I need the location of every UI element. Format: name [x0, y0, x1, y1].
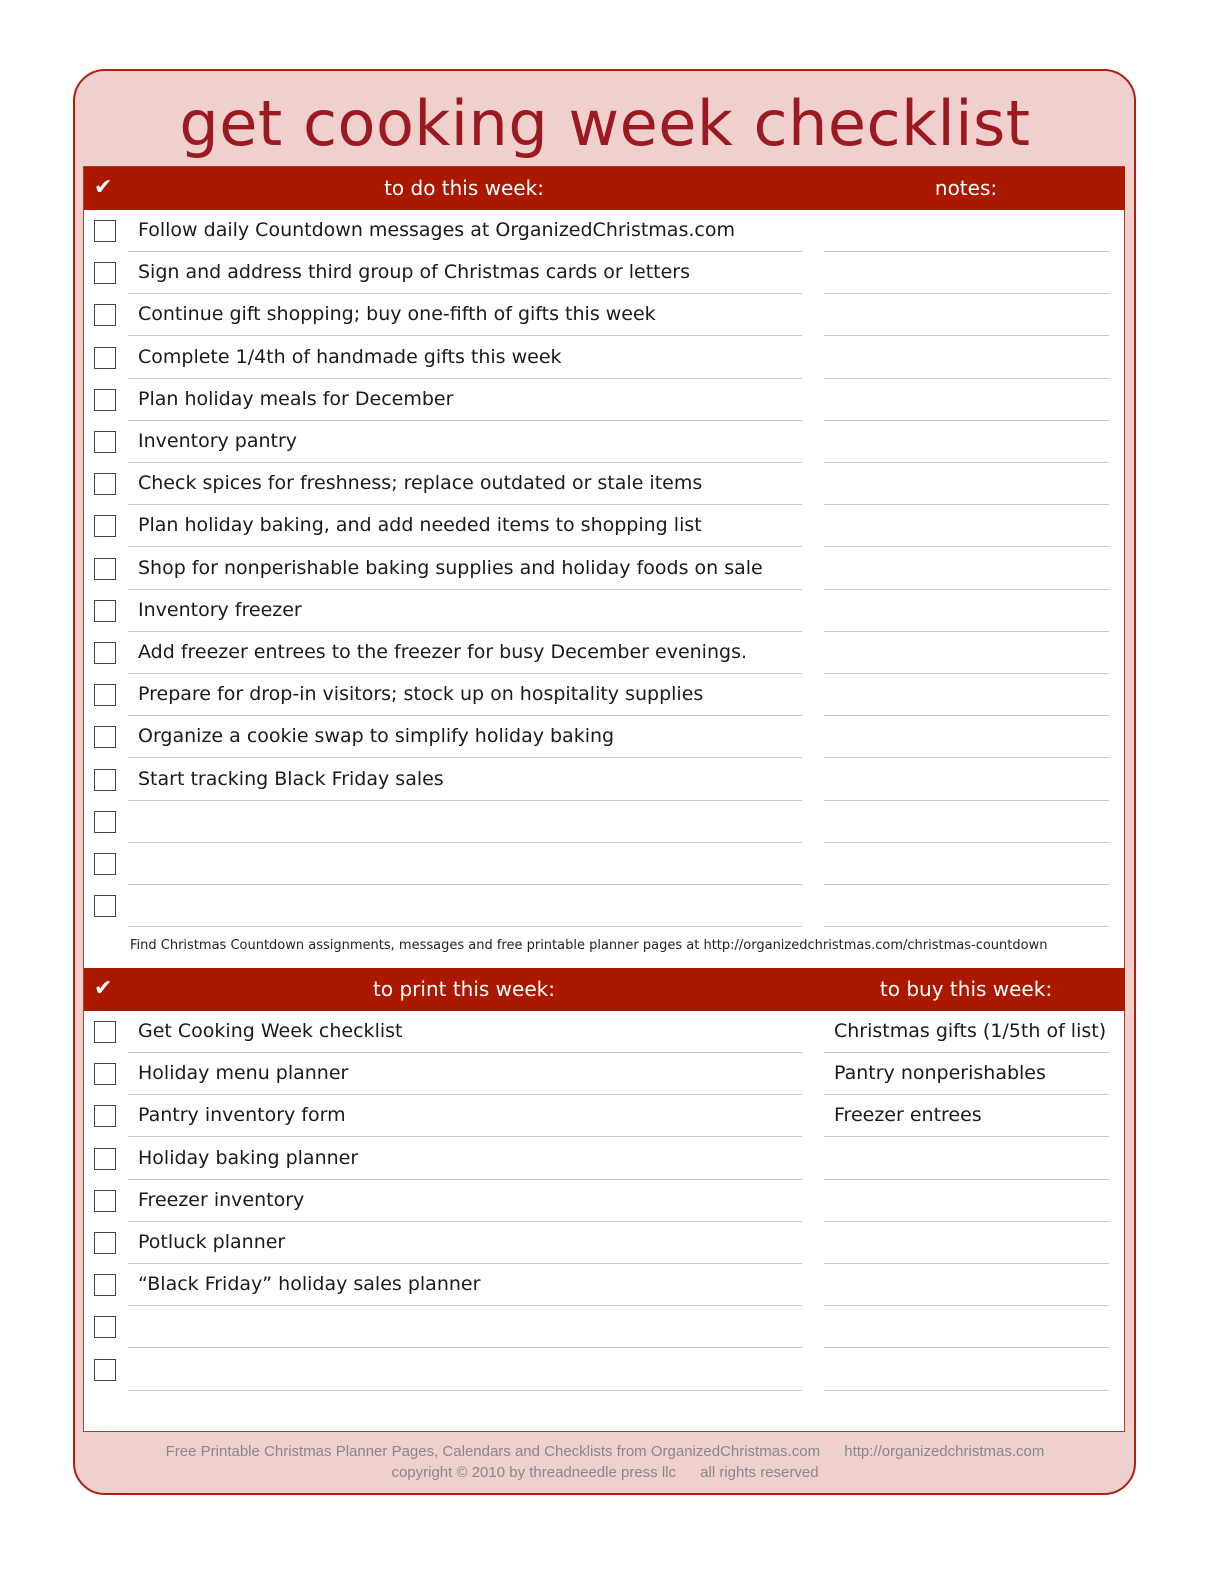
- checklist-row: [84, 1306, 1125, 1349]
- checkbox[interactable]: [94, 853, 116, 875]
- checklist-row: Shop for nonperishable baking supplies a…: [84, 548, 1125, 590]
- checklist-row: [84, 885, 1125, 928]
- checklist-row: Continue gift shopping; buy one-fifth of…: [84, 294, 1125, 337]
- footer-line-2: copyright © 2010 by threadneedle press l…: [0, 1464, 1210, 1481]
- item-text[interactable]: Add freezer entrees to the freezer for b…: [138, 641, 747, 663]
- checklist-row: Organize a cookie swap to simplify holid…: [84, 716, 1125, 759]
- checkbox[interactable]: [94, 262, 116, 285]
- checkbox[interactable]: [94, 810, 116, 833]
- checklist-row: “Black Friday” holiday sales planner: [84, 1264, 1125, 1307]
- checkbox[interactable]: [94, 1358, 116, 1381]
- checkbox[interactable]: [94, 642, 116, 664]
- print-header-label: to print this week:: [373, 977, 555, 1001]
- checkbox[interactable]: [94, 1316, 116, 1339]
- item-text[interactable]: Pantry inventory form: [138, 1104, 346, 1126]
- checklist-row: Check spices for freshness; replace outd…: [84, 463, 1125, 506]
- checkmark-icon: ✔: [94, 976, 113, 1001]
- checkbox[interactable]: [94, 431, 116, 453]
- checkbox[interactable]: [94, 304, 116, 327]
- item-text[interactable]: Inventory freezer: [138, 599, 302, 621]
- item-text[interactable]: Inventory pantry: [138, 430, 297, 452]
- buy-header-label: to buy this week:: [879, 977, 1053, 1001]
- item-text[interactable]: Plan holiday meals for December: [138, 388, 453, 410]
- item-text[interactable]: Get Cooking Week checklist: [138, 1020, 402, 1042]
- item-text[interactable]: Holiday baking planner: [138, 1147, 358, 1169]
- checklist-row: Potluck planner: [84, 1222, 1125, 1264]
- page-title: get cooking week checklist: [179, 87, 1031, 160]
- item-text[interactable]: Check spices for freshness; replace outd…: [138, 472, 702, 494]
- checkbox[interactable]: [94, 388, 116, 411]
- notes-header-label: notes:: [934, 176, 998, 200]
- checklist-row: Pantry inventory form Freezer entrees: [84, 1095, 1125, 1138]
- item-text[interactable]: Plan holiday baking, and add needed item…: [138, 514, 702, 536]
- side-entry-line: [824, 1389, 1109, 1391]
- checkbox[interactable]: [94, 895, 116, 918]
- checklist-row: Inventory pantry: [84, 421, 1125, 463]
- item-text[interactable]: Organize a cookie swap to simplify holid…: [138, 725, 614, 747]
- checkbox[interactable]: [94, 684, 116, 707]
- checkbox[interactable]: [94, 1021, 116, 1043]
- checkbox[interactable]: [94, 473, 116, 496]
- checklist-row: Freezer inventory: [84, 1180, 1125, 1222]
- checklist-row: Complete 1/4th of handmade gifts this we…: [84, 337, 1125, 379]
- item-text[interactable]: Shop for nonperishable baking supplies a…: [138, 557, 763, 579]
- item-text[interactable]: Follow daily Countdown messages at Organ…: [138, 219, 735, 241]
- checklist-row: [84, 1349, 1125, 1391]
- todo-header-label: to do this week:: [384, 176, 544, 200]
- checklist-row: Add freezer entrees to the freezer for b…: [84, 632, 1125, 674]
- checkbox[interactable]: [94, 1063, 116, 1086]
- checkbox[interactable]: [94, 1232, 116, 1254]
- checklist-row: Sign and address third group of Christma…: [84, 252, 1125, 295]
- item-text[interactable]: Potluck planner: [138, 1231, 285, 1253]
- footer-url-link[interactable]: http://organizedchristmas.com: [844, 1443, 1044, 1460]
- checklist-row: [84, 801, 1125, 843]
- footer-site-text: Free Printable Christmas Planner Pages, …: [165, 1443, 821, 1460]
- buy-item-text[interactable]: Pantry nonperishables: [834, 1062, 1046, 1084]
- item-text[interactable]: “Black Friday” holiday sales planner: [138, 1273, 480, 1295]
- checkmark-icon: ✔: [94, 175, 113, 200]
- checkbox[interactable]: [94, 1147, 116, 1170]
- item-text[interactable]: Continue gift shopping; buy one-fifth of…: [138, 303, 656, 325]
- checkbox[interactable]: [94, 726, 116, 749]
- print-header-band: ✔ to print this week: to buy this week:: [84, 968, 1125, 1011]
- checklist-row: Follow daily Countdown messages at Organ…: [84, 210, 1125, 252]
- buy-item-text[interactable]: Freezer entrees: [834, 1104, 982, 1126]
- checkbox[interactable]: [94, 1105, 116, 1128]
- checklist-row: Holiday baking planner: [84, 1138, 1125, 1180]
- item-text[interactable]: Complete 1/4th of handmade gifts this we…: [138, 346, 562, 368]
- countdown-footnote: Find Christmas Countdown assignments, me…: [130, 938, 1048, 953]
- checkbox[interactable]: [94, 346, 116, 369]
- checklist-row: [84, 843, 1125, 885]
- checklist-row: Inventory freezer: [84, 590, 1125, 632]
- checklist-row: Start tracking Black Friday sales: [84, 759, 1125, 801]
- item-text[interactable]: Freezer inventory: [138, 1189, 304, 1211]
- copyright-text: copyright © 2010 by threadneedle press l…: [391, 1464, 676, 1481]
- footer-line-1: Free Printable Christmas Planner Pages, …: [0, 1443, 1210, 1460]
- checklist-row: Plan holiday baking, and add needed item…: [84, 505, 1125, 548]
- item-text[interactable]: Sign and address third group of Christma…: [138, 261, 690, 283]
- item-text[interactable]: Holiday menu planner: [138, 1062, 348, 1084]
- checkbox[interactable]: [94, 1274, 116, 1297]
- checklist-row: Plan holiday meals for December: [84, 379, 1125, 421]
- rights-text: all rights reserved: [700, 1464, 819, 1481]
- entry-line: [128, 926, 802, 928]
- checklist-row: Prepare for drop-in visitors; stock up o…: [84, 674, 1125, 717]
- checkbox[interactable]: [94, 768, 116, 791]
- checkbox[interactable]: [94, 599, 116, 622]
- checkbox[interactable]: [94, 515, 116, 538]
- entry-line: [128, 1389, 802, 1391]
- item-text[interactable]: Prepare for drop-in visitors; stock up o…: [138, 683, 703, 705]
- item-text[interactable]: Start tracking Black Friday sales: [138, 768, 444, 790]
- checkbox[interactable]: [94, 220, 116, 242]
- checklist-row: Get Cooking Week checklist Christmas gift…: [84, 1011, 1125, 1053]
- checkbox[interactable]: [94, 1189, 116, 1212]
- buy-item-text[interactable]: Christmas gifts (1/5th of list): [834, 1020, 1106, 1042]
- checklist-row: Holiday menu planner Pantry nonperishable…: [84, 1053, 1125, 1096]
- side-entry-line: [824, 926, 1109, 928]
- checkbox[interactable]: [94, 557, 116, 580]
- todo-header-band: ✔ to do this week: notes:: [84, 167, 1125, 210]
